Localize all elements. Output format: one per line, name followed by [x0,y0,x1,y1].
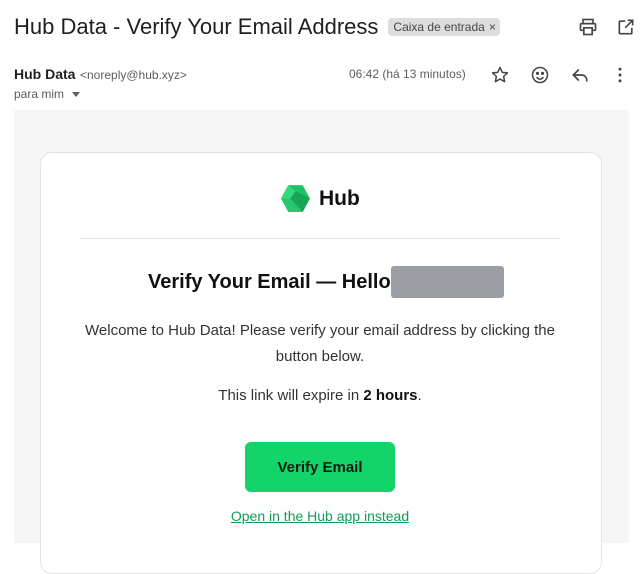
brand-name: Hub [319,186,360,210]
sender-name[interactable]: Hub Data [14,66,75,82]
chevron-down-icon [72,92,81,97]
reply-icon[interactable] [569,64,591,86]
print-icon[interactable] [577,16,599,38]
email-subject: Hub Data - Verify Your Email Address [14,14,379,39]
expiry-duration: 2 hours [363,387,418,404]
message-actions [489,64,631,86]
divider [80,238,560,239]
recipient-details-toggle[interactable]: para mim [14,87,81,101]
expiry-prefix: This link will expire in [218,387,364,404]
verify-email-button[interactable]: Verify Email [245,442,395,492]
open-in-new-window-icon[interactable] [615,16,637,38]
remove-label-icon[interactable]: × [489,20,496,34]
hub-cube-icon [281,185,310,212]
expiry-suffix: . [417,387,422,404]
star-icon[interactable] [489,64,511,86]
brand-logo: Hub [279,182,360,215]
expiry-notice: This link will expire in 2 hours. [80,387,560,404]
more-options-icon[interactable] [609,64,631,86]
emoji-reaction-icon[interactable] [529,64,551,86]
redacted-name [391,266,504,298]
subject-row: Hub Data - Verify Your Email Address Cai… [14,14,500,40]
recipient-label: para mim [14,87,65,101]
top-actions [577,16,637,38]
inbox-label-text: Caixa de entrada [393,20,485,34]
welcome-text: Welcome to Hub Data! Please verify your … [85,322,555,365]
email-heading: Verify Your Email — Hello [148,271,391,293]
inbox-label-chip[interactable]: Caixa de entrada × [388,18,500,36]
sender-email: <noreply@hub.xyz> [80,68,187,82]
open-in-app-link[interactable]: Open in the Hub app instead [80,508,560,524]
sender-row: Hub Data <noreply@hub.xyz> 06:42 (há 13 … [14,64,631,84]
email-timestamp: 06:42 (há 13 minutos) [349,67,466,81]
